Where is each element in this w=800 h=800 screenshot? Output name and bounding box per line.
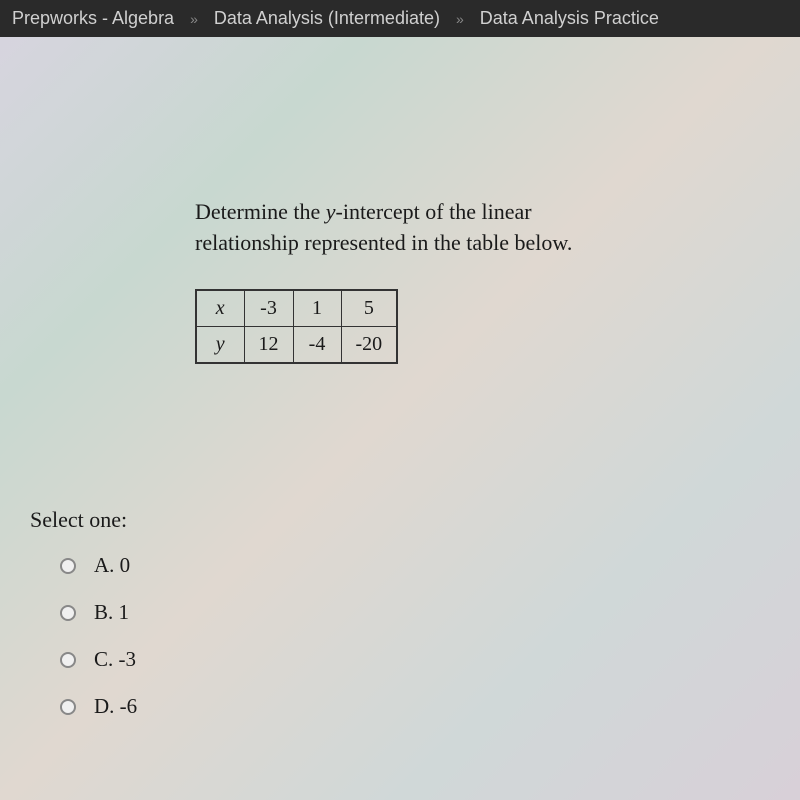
option-a[interactable]: A. 0: [30, 553, 137, 578]
option-d[interactable]: D. -6: [30, 694, 137, 719]
select-prompt: Select one:: [30, 507, 137, 533]
answer-options: Select one: A. 0 B. 1 C. -3 D. -6: [30, 507, 137, 741]
radio-icon[interactable]: [60, 558, 76, 574]
option-c[interactable]: C. -3: [30, 647, 137, 672]
breadcrumb-item-topic[interactable]: Data Analysis (Intermediate): [214, 8, 440, 29]
question-variable-y: y: [326, 199, 336, 224]
table-cell: 1: [293, 290, 341, 327]
chevron-right-icon: »: [190, 11, 198, 27]
table-cell: -4: [293, 326, 341, 363]
content-area: Determine the y-intercept of the linear …: [0, 37, 800, 797]
option-label: D. -6: [94, 694, 137, 719]
option-label: C. -3: [94, 647, 136, 672]
question-text-part: -intercept of the linear: [336, 199, 532, 224]
option-b[interactable]: B. 1: [30, 600, 137, 625]
table-cell: 5: [341, 290, 397, 327]
option-label: A. 0: [94, 553, 130, 578]
table-row-label-y: y: [196, 326, 244, 363]
option-label: B. 1: [94, 600, 129, 625]
radio-icon[interactable]: [60, 652, 76, 668]
question-text-part: Determine the: [195, 199, 326, 224]
question-block: Determine the y-intercept of the linear …: [195, 197, 675, 364]
question-text-part: relationship represented in the table be…: [195, 230, 572, 255]
table-cell: -3: [244, 290, 293, 327]
chevron-right-icon: »: [456, 11, 464, 27]
table-row: y 12 -4 -20: [196, 326, 397, 363]
breadcrumb-item-page[interactable]: Data Analysis Practice: [480, 8, 659, 29]
question-text: Determine the y-intercept of the linear …: [195, 197, 675, 259]
radio-icon[interactable]: [60, 699, 76, 715]
data-table-container: x -3 1 5 y 12 -4 -20: [195, 289, 675, 364]
table-cell: -20: [341, 326, 397, 363]
data-table: x -3 1 5 y 12 -4 -20: [195, 289, 398, 364]
table-row: x -3 1 5: [196, 290, 397, 327]
table-row-label-x: x: [196, 290, 244, 327]
breadcrumb-item-course[interactable]: Prepworks - Algebra: [12, 8, 174, 29]
radio-icon[interactable]: [60, 605, 76, 621]
breadcrumb: Prepworks - Algebra » Data Analysis (Int…: [0, 0, 800, 37]
table-cell: 12: [244, 326, 293, 363]
